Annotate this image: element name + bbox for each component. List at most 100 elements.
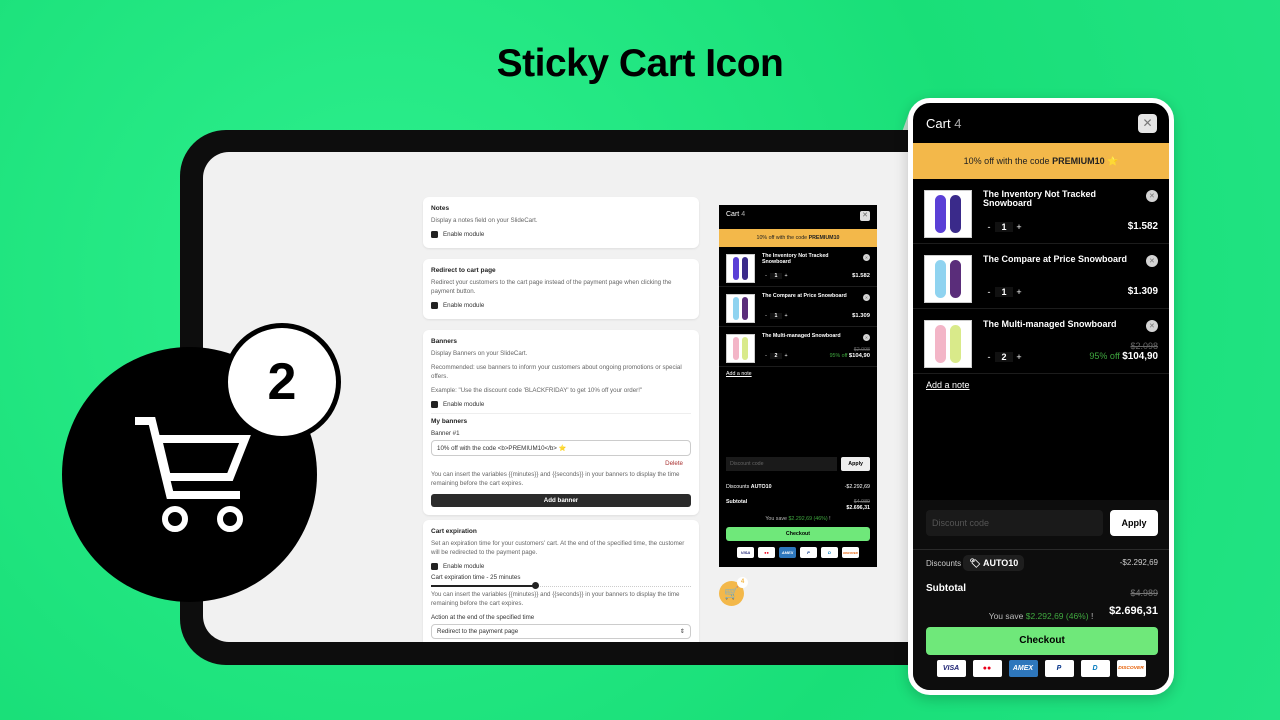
discount-code-tag: 🏷 AUTO10 — [963, 555, 1025, 571]
quantity-value[interactable]: 2 — [995, 352, 1013, 362]
quantity-stepper[interactable]: -2 + — [983, 352, 1025, 362]
hint-text: You can insert the variables {{minutes}}… — [431, 590, 680, 607]
checkout-button[interactable]: Checkout — [726, 527, 870, 541]
quantity-value[interactable]: 1 — [995, 287, 1013, 297]
my-banners-heading: My banners — [431, 417, 468, 425]
increase-button[interactable]: + — [782, 353, 790, 359]
hint-text: You can insert the variables {{minutes}}… — [431, 470, 680, 487]
decrease-button[interactable]: - — [983, 222, 995, 232]
enable-checkbox[interactable]: Enable module — [431, 230, 691, 238]
product-name: The Inventory Not Tracked Snowboard — [983, 189, 1097, 209]
product-price: $1.309 — [852, 313, 870, 319]
card-title: Notes — [431, 205, 450, 212]
payment-icon-d: D — [1080, 660, 1110, 677]
quantity-stepper[interactable]: -2 + — [762, 353, 790, 359]
quantity-value[interactable]: 2 — [770, 353, 782, 359]
action-select[interactable]: Redirect to the payment page ⇕ — [431, 623, 691, 639]
discounts-row: Discounts 🏷 AUTO10 — [926, 555, 1025, 571]
card-desc: Display Banners on your SlideCart. — [431, 350, 528, 357]
banners-card: Banners Display Banners on your SlideCar… — [423, 330, 699, 515]
slide-cart-phone: Cart 4 ✕ 10% off with the code PREMIUM10 … — [908, 98, 1174, 695]
discount-percent: 95% off — [1089, 351, 1120, 361]
apply-button[interactable]: Apply — [841, 457, 870, 471]
action-label: Action at the end of the specified time — [431, 613, 535, 621]
banner-input[interactable]: 10% off with the code <b>PREMIUM10</b> ⭐ — [431, 439, 691, 456]
remove-item-icon[interactable]: ✕ — [863, 334, 870, 341]
card-desc: Recommended: use banners to inform your … — [431, 363, 682, 380]
remove-item-icon[interactable]: ✕ — [1146, 320, 1158, 332]
increase-button[interactable]: + — [1013, 222, 1025, 232]
select-chevron-icon: ⇕ — [679, 627, 685, 635]
banner-label: Banner #1 — [431, 429, 460, 437]
discount-code-input[interactable]: Discount code — [926, 510, 1103, 536]
remove-item-icon[interactable]: ✕ — [863, 254, 870, 261]
discount-input[interactable]: Discount code — [726, 457, 838, 471]
notes-card: Notes Display a notes field on your Slid… — [423, 197, 699, 248]
cart-item: The Multi-managed Snowboard -2 + $2.098 95… — [719, 327, 877, 367]
subtotal-label: Subtotal — [726, 499, 748, 505]
product-image — [924, 255, 972, 303]
expiration-slider[interactable] — [431, 581, 691, 590]
quantity-stepper[interactable]: -1 + — [762, 273, 790, 279]
product-name: The Multi-managed Snowboard — [762, 333, 841, 339]
increase-button[interactable]: + — [1013, 352, 1025, 362]
decrease-button[interactable]: - — [983, 287, 995, 297]
quantity-stepper[interactable]: -1 + — [983, 222, 1025, 232]
quantity-value[interactable]: 1 — [995, 222, 1013, 232]
payment-icon-d: D — [821, 547, 838, 558]
decrease-button[interactable]: - — [762, 273, 770, 279]
mini-cart-preview: Cart 4 ✕ 10% off with the code PREMIUM10 … — [719, 205, 877, 567]
payment-icon-p: P — [1044, 660, 1074, 677]
checkbox-icon[interactable] — [431, 230, 438, 238]
checkbox-icon[interactable] — [431, 562, 438, 570]
card-title: Redirect to cart page — [431, 267, 496, 274]
payment-icon-p: P — [800, 547, 817, 558]
savings-text: You save $2.292,69 (46%) ! — [988, 611, 1094, 621]
checkbox-icon[interactable] — [431, 301, 438, 309]
quantity-value[interactable]: 1 — [770, 273, 782, 279]
quantity-stepper[interactable]: -1 + — [983, 287, 1025, 297]
checkbox-icon[interactable] — [431, 400, 438, 408]
add-banner-button[interactable]: Add banner — [431, 493, 691, 507]
increase-button[interactable]: + — [782, 273, 790, 279]
add-note-link[interactable]: Add a note — [719, 367, 877, 381]
card-desc: Example: "Use the discount code 'BLACKFR… — [431, 386, 643, 394]
slider-handle[interactable] — [532, 581, 539, 589]
apply-button[interactable]: Apply — [1110, 510, 1158, 536]
payment-icon-amex: AMEX — [779, 547, 796, 558]
enable-checkbox[interactable]: Enable module — [431, 400, 691, 408]
payment-icon-: ●● — [758, 547, 775, 558]
increase-button[interactable]: + — [782, 313, 790, 319]
decrease-button[interactable]: - — [983, 352, 995, 362]
quantity-stepper[interactable]: -1 + — [762, 313, 790, 319]
sticky-cart-button[interactable]: 🛒 4 — [719, 577, 748, 606]
product-price: $104,90 — [1122, 351, 1158, 362]
remove-item-icon[interactable]: ✕ — [1146, 190, 1158, 202]
card-desc: Redirect your customers to the cart page… — [431, 279, 672, 295]
product-name: The Compare at Price Snowboard — [762, 293, 847, 299]
decrease-button[interactable]: - — [762, 353, 770, 359]
checkout-button[interactable]: Checkout — [926, 627, 1158, 655]
delete-button[interactable]: Delete — [439, 460, 683, 467]
product-name: The Multi-managed Snowboard — [983, 319, 1117, 329]
payment-icon-visa: VISA — [936, 660, 966, 677]
payment-icon-discover: DISCOVER — [842, 547, 859, 558]
enable-checkbox[interactable]: Enable module — [431, 562, 691, 570]
cart-item: The Inventory Not Tracked Snowboard -1 + … — [719, 247, 877, 287]
add-note-link[interactable]: Add a note — [913, 374, 1169, 396]
redirect-card: Redirect to cart page Redirect your cust… — [423, 259, 699, 319]
close-icon[interactable]: ✕ — [860, 211, 870, 221]
quantity-value[interactable]: 1 — [770, 313, 782, 319]
remove-item-icon[interactable]: ✕ — [1146, 255, 1158, 267]
checkbox-label: Enable module — [443, 230, 485, 238]
remove-item-icon[interactable]: ✕ — [863, 294, 870, 301]
cart-item: The Multi-managed Snowboard -2 + $2.098 95… — [913, 309, 1169, 374]
decrease-button[interactable]: - — [762, 313, 770, 319]
product-image — [924, 190, 972, 238]
checkbox-label: Enable module — [443, 562, 485, 570]
discount-amount: -$2.292,69 — [844, 484, 870, 490]
close-cart-button[interactable]: ✕ — [1138, 113, 1157, 133]
enable-checkbox[interactable]: Enable module — [431, 301, 691, 309]
product-image — [726, 294, 755, 323]
increase-button[interactable]: + — [1013, 287, 1025, 297]
